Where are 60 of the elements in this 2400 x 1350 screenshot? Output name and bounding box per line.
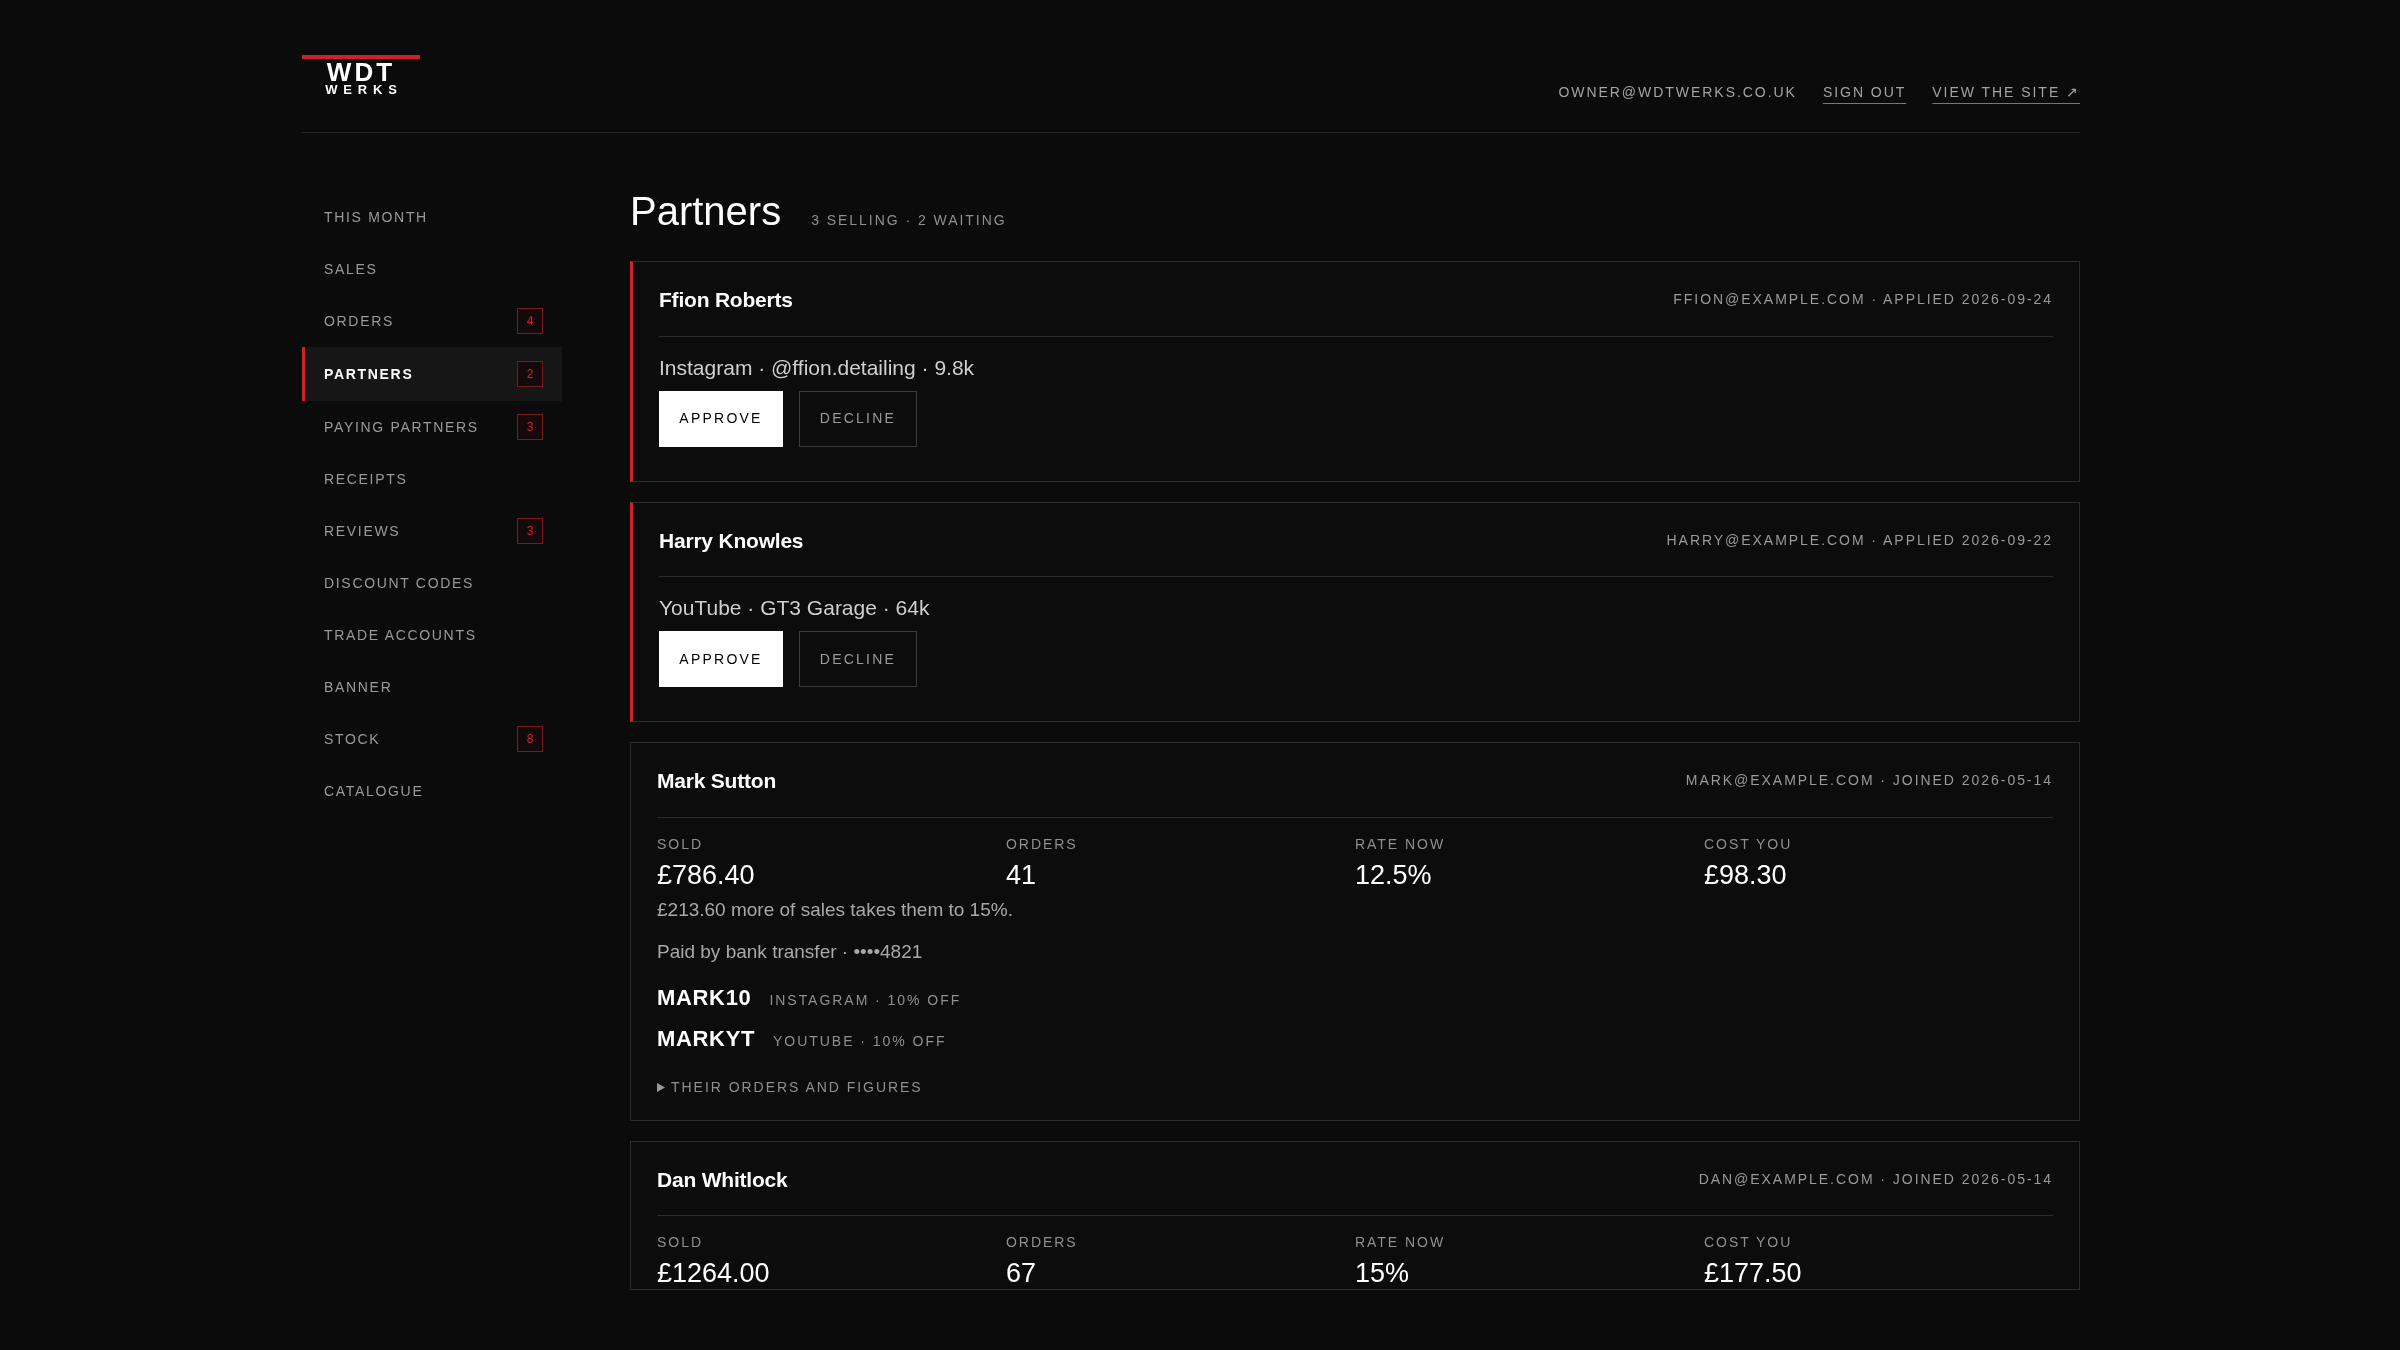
sidebar-item[interactable]: PARTNERS 2 [302,347,562,401]
stat-value: £98.30 [1704,858,1788,891]
stat-value: 67 [1006,1257,1038,1289]
sidebar-item[interactable]: REVIEWS 3 [302,505,562,557]
sidebar-item[interactable]: PAYING PARTNERS 3 [302,401,562,453]
stat-label: COST YOU [1704,834,1794,854]
stat-value: 41 [1006,858,1038,891]
page-summary: 3 SELLING · 2 WAITING [811,211,1007,230]
stat-label: ORDERS [1006,1233,1079,1252]
count-badge: 3 [517,414,543,440]
partner-meta: DAN@EXAMPLE.COM · JOINED 2026-05-14 [1698,1169,2053,1189]
progress-note: £213.60 more of sales takes them to 15%. [657,897,1014,922]
page-title: Partners [630,188,782,235]
stat-label: RATE NOW [1355,834,1447,854]
partner-meta: FFION@EXAMPLE.COM · APPLIED 2026-09-24 [1673,290,2053,310]
sidebar-item[interactable]: BANNER [302,661,562,713]
sidebar-item[interactable]: ORDERS 4 [302,295,562,347]
sidebar-item[interactable]: DISCOUNT CODES [302,557,562,609]
account-email: OWNER@WDTWERKS.CO.UK [1558,82,1797,102]
header-link[interactable]: SIGN OUT [1822,81,1907,103]
stat-value: 12.5% [1355,858,1433,891]
count-badge: 2 [517,361,543,387]
logo[interactable]: WDT WERKS [302,55,420,97]
sidebar-item[interactable]: TRADE ACCOUNTS [302,609,562,661]
partner-name: Harry Knowles [659,527,804,554]
code-detail: INSTAGRAM · 10% OFF [769,990,962,1010]
partner-name: Dan Whitlock [657,1166,788,1193]
sidebar-item[interactable]: RECEIPTS [302,453,562,505]
approve-button[interactable]: APPROVE [659,390,783,447]
code-detail: YOUTUBE · 10% OFF [773,1031,947,1051]
payment-method: Paid by bank transfer · ••••4821 [657,939,924,964]
sidebar-item[interactable]: STOCK 8 [302,713,562,765]
header-link[interactable]: VIEW THE SITE ↗ [1932,81,2080,103]
channel-detail: Instagram · @ffion.detailing · 9.8k [659,354,976,381]
count-badge: 3 [517,518,543,544]
stat-value: £786.40 [657,858,756,891]
stat-label: COST YOU [1704,1233,1794,1252]
partner-meta: HARRY@EXAMPLE.COM · APPLIED 2026-09-22 [1666,530,2053,550]
decline-button[interactable]: DECLINE [799,631,917,687]
partner-name: Ffion Roberts [659,287,793,313]
discount-code: MARKYT [657,1024,756,1053]
stat-value: £1264.00 [657,1257,771,1289]
sidebar-item[interactable]: SALES [302,243,562,295]
channel-detail: YouTube · GT3 Garage · 64k [659,595,931,621]
stat-value: 15% [1355,1257,1411,1289]
stat-value: £177.50 [1704,1257,1803,1289]
sidebar-item[interactable]: THIS MONTH [302,191,562,243]
stat-label: SOLD [657,834,704,854]
stat-label: RATE NOW [1355,1233,1447,1252]
count-badge: 4 [517,308,543,334]
partner-meta: MARK@EXAMPLE.COM · JOINED 2026-05-14 [1685,771,2053,791]
count-badge: 8 [517,726,543,752]
decline-button[interactable]: DECLINE [799,390,917,447]
disclosure-toggle[interactable]: THEIR ORDERS AND FIGURES [657,1076,923,1098]
partner-name: Mark Sutton [657,768,777,794]
stat-label: SOLD [657,1233,704,1252]
discount-code: MARK10 [657,983,752,1012]
stat-label: ORDERS [1006,834,1079,854]
approve-button[interactable]: APPROVE [659,631,783,687]
sidebar-item[interactable]: CATALOGUE [302,765,562,817]
